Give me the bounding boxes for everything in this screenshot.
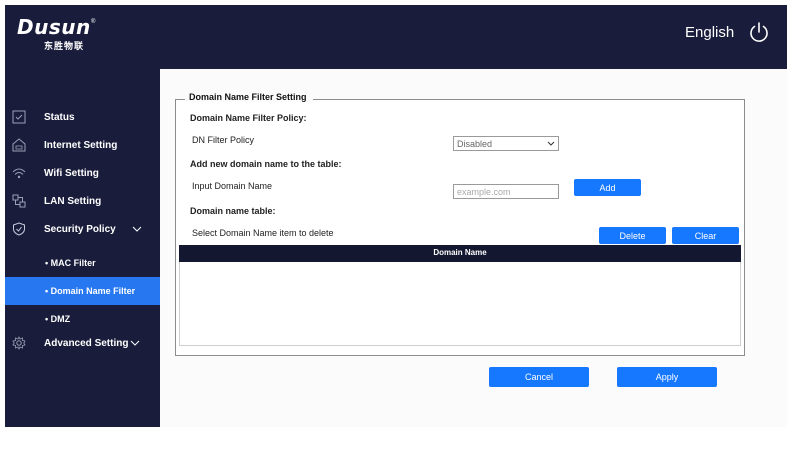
domain-name-input[interactable]: example.com — [453, 184, 559, 199]
sidebar-item-label: Security Policy — [44, 224, 116, 235]
chevron-down-icon — [130, 340, 140, 346]
language-selector[interactable]: English — [685, 24, 734, 41]
sidebar-item-security-policy[interactable]: Security Policy — [5, 215, 160, 243]
table-header-domain-name: Domain Name — [179, 245, 741, 262]
clear-button[interactable]: Clear — [672, 227, 739, 244]
gear-icon — [12, 336, 26, 350]
logo-text: Dusun — [17, 15, 91, 39]
sidebar-item-lan-setting[interactable]: LAN Setting — [5, 187, 160, 215]
sidebar-item-internet-setting[interactable]: Internet Setting — [5, 131, 160, 159]
shield-icon — [13, 222, 25, 236]
apply-button[interactable]: Apply — [617, 367, 717, 387]
policy-label: DN Filter Policy — [192, 135, 255, 145]
top-bar: Dusun ® 东胜物联 English — [5, 5, 787, 69]
logo-subtext: 东胜物联 — [44, 42, 85, 52]
delete-button[interactable]: Delete — [599, 227, 666, 244]
sidebar-item-wifi-setting[interactable]: Wifi Setting — [5, 159, 160, 187]
power-icon[interactable] — [748, 21, 770, 43]
sidebar-subitem-mac-filter[interactable]: • MAC Filter — [5, 249, 160, 277]
sidebar-item-advanced-setting[interactable]: Advanced Setting — [5, 329, 160, 357]
panel-legend: Domain Name Filter Setting — [185, 92, 313, 102]
sidebar-item-label: LAN Setting — [44, 196, 102, 207]
sidebar-item-label: Wifi Setting — [44, 168, 99, 179]
policy-heading: Domain Name Filter Policy: — [190, 113, 307, 123]
logo: Dusun ® 东胜物联 — [17, 15, 95, 52]
chevron-down-icon — [547, 141, 555, 146]
sidebar: Status Internet Setting Wifi Setting LAN… — [5, 69, 160, 427]
sidebar-item-status[interactable]: Status — [5, 103, 160, 131]
wifi-icon — [12, 168, 26, 179]
add-heading: Add new domain name to the table: — [190, 159, 342, 169]
sidebar-subitem-label: • Domain Name Filter — [45, 286, 136, 296]
internet-icon — [12, 138, 26, 152]
sidebar-subitem-label: • MAC Filter — [45, 258, 96, 268]
select-delete-label: Select Domain Name item to delete — [192, 228, 334, 238]
sidebar-item-label: Advanced Setting — [44, 338, 129, 349]
lan-icon — [12, 194, 26, 208]
logo-registered-mark: ® — [91, 19, 96, 25]
cancel-button[interactable]: Cancel — [489, 367, 589, 387]
add-button[interactable]: Add — [574, 179, 641, 196]
domain-name-table-body — [179, 262, 741, 346]
policy-select-value: Disabled — [457, 139, 493, 149]
status-icon — [12, 110, 26, 124]
dn-filter-policy-select[interactable]: Disabled — [453, 136, 559, 151]
sidebar-subitem-domain-name-filter[interactable]: • Domain Name Filter — [5, 277, 160, 305]
table-heading: Domain name table: — [190, 206, 276, 216]
sidebar-subitem-label: • DMZ — [45, 314, 71, 324]
app-frame: Dusun ® 东胜物联 English Status Internet Set… — [5, 5, 787, 427]
chevron-down-icon — [132, 226, 142, 232]
input-label: Input Domain Name — [192, 181, 273, 191]
sidebar-item-label: Status — [44, 112, 75, 123]
sidebar-item-label: Internet Setting — [44, 140, 118, 151]
